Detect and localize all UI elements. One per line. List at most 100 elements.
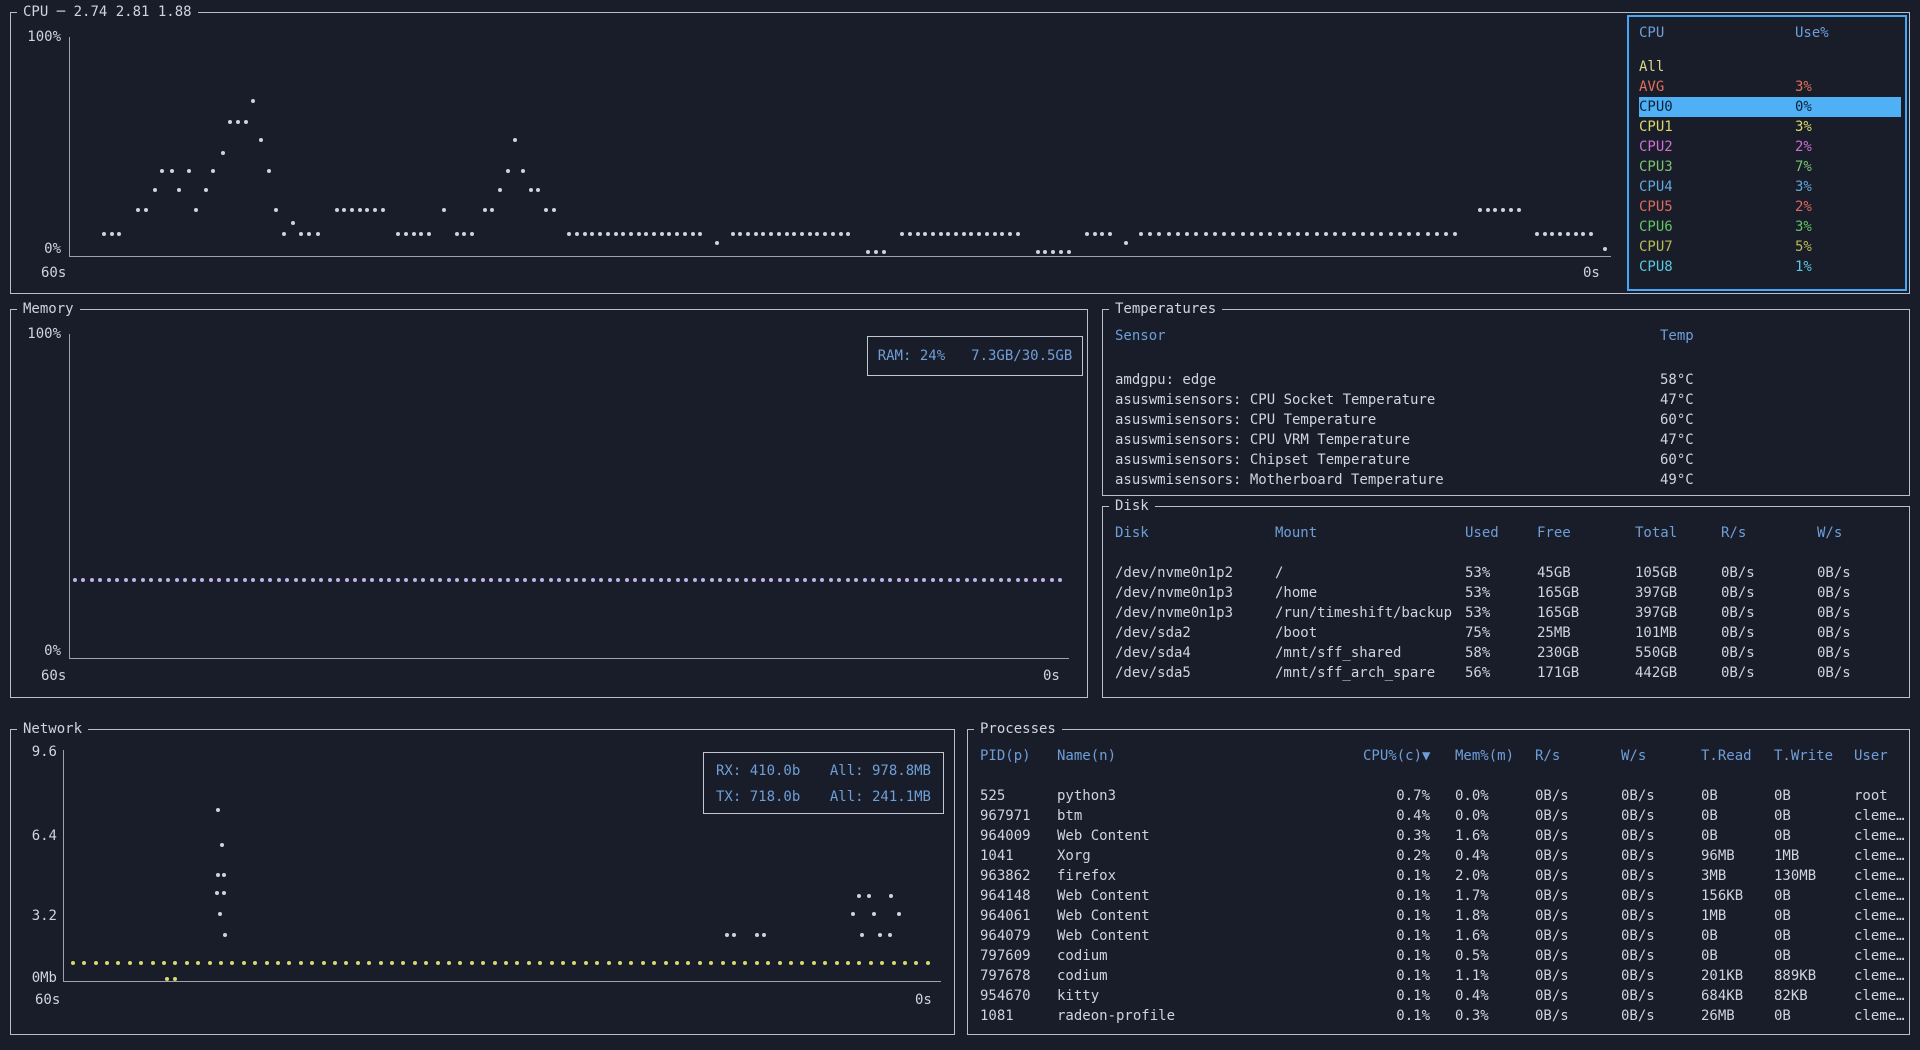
chart-dot [701, 578, 705, 582]
cpu-label: All [1639, 57, 1795, 77]
cpu-legend-row-cpu1[interactable]: CPU13% [1639, 117, 1905, 137]
memory-y-axis-max: 100% [19, 326, 61, 342]
process-row-cell: 0B [1774, 926, 1854, 946]
chart-dot [1016, 232, 1020, 236]
column-header-name-n[interactable]: Name(n) [1057, 746, 1363, 766]
chart-dot [1426, 232, 1430, 236]
chart-dot [515, 961, 519, 965]
rx-rate: RX: 410.0b [716, 758, 800, 784]
chart-dot [642, 578, 646, 582]
process-row[interactable]: 964148Web Content0.1%1.7%0B/s0B/s156KB0B… [980, 886, 1897, 906]
cpu-legend-row-cpu6[interactable]: CPU63% [1639, 217, 1905, 237]
temperature-row: asuswmisensors: CPU VRM Temperature47°C [1115, 430, 1897, 450]
column-header-disk: Disk [1115, 523, 1275, 543]
disk-row-cell: /dev/nvme0n1p2 [1115, 563, 1275, 583]
process-row[interactable]: 954670kitty0.1%0.4%0B/s0B/s684KB82KBclem… [980, 986, 1897, 1006]
process-row[interactable]: 964079Web Content0.1%1.6%0B/s0B/s0B0Bcle… [980, 926, 1897, 946]
chart-dot [387, 578, 391, 582]
chart-dot [872, 912, 876, 916]
cpu-legend-row-cpu8[interactable]: CPU81% [1639, 257, 1905, 277]
cpu-legend-row-cpu2[interactable]: CPU22% [1639, 137, 1905, 157]
chart-dot [107, 578, 111, 582]
chart-dot [871, 578, 875, 582]
cpu-legend-row-cpu3[interactable]: CPU37% [1639, 157, 1905, 177]
chart-dot [282, 232, 286, 236]
column-header-user[interactable]: User [1854, 746, 1909, 766]
chart-dot [1185, 232, 1189, 236]
process-row-cell: 0B/s [1535, 906, 1621, 926]
process-row-cell: 0B/s [1621, 986, 1701, 1006]
chart-dot [633, 578, 637, 582]
chart-dot [1008, 232, 1012, 236]
disk-row-cell: 0B/s [1817, 603, 1903, 623]
process-row[interactable]: 797678codium0.1%1.1%0B/s0B/s201KB889KBcl… [980, 966, 1897, 986]
cpu-x-axis-right: 0s [1583, 265, 1600, 281]
chart-dot [110, 232, 114, 236]
cpu-legend-col-cpu[interactable]: CPU [1639, 23, 1795, 43]
process-row-cell: 0B/s [1535, 846, 1621, 866]
process-row[interactable]: 797609codium0.1%0.5%0B/s0B/s0B0Bcleme… [980, 946, 1897, 966]
chart-dot [413, 578, 417, 582]
chart-dot [379, 961, 383, 965]
cpu-title-text: CPU [23, 4, 48, 20]
chart-dot [276, 961, 280, 965]
chart-dot [650, 578, 654, 582]
column-header-w-s[interactable]: W/s [1621, 746, 1701, 766]
cpu-legend-widget[interactable]: CPUUse% AllAVG3%CPU00%CPU13%CPU22%CPU37%… [1627, 15, 1907, 291]
chart-dot [923, 232, 927, 236]
process-row[interactable]: 967971btm0.4%0.0%0B/s0B/s0B0Bcleme… [980, 806, 1897, 826]
chart-dot [1501, 208, 1505, 212]
cpu-legend-row-all[interactable]: All [1639, 57, 1905, 77]
disk-row-cell: 165GB [1537, 583, 1635, 603]
chart-dot [606, 232, 610, 236]
chart-dot [73, 578, 77, 582]
process-row[interactable]: 1041Xorg0.2%0.4%0B/s0B/s96MB1MBcleme… [980, 846, 1897, 866]
column-header-t-write[interactable]: T.Write [1774, 746, 1854, 766]
chart-dot [166, 578, 170, 582]
disk-row: /dev/sda4/mnt/sff_shared58%230GB550GB0B/… [1115, 643, 1897, 663]
chart-dot [854, 578, 858, 582]
process-row[interactable]: 963862firefox0.1%2.0%0B/s0B/s3MB130MBcle… [980, 866, 1897, 886]
chart-dot [221, 151, 225, 155]
chart-dot [1574, 232, 1578, 236]
chart-dot [149, 578, 153, 582]
column-header-t-read[interactable]: T.Read [1701, 746, 1774, 766]
process-row-cell: Web Content [1057, 906, 1363, 926]
chart-dot [1213, 232, 1217, 236]
chart-dot [274, 208, 278, 212]
chart-dot [521, 169, 525, 173]
chart-dot [698, 961, 702, 965]
chart-dot [1204, 232, 1208, 236]
disk-row-cell: /dev/nvme0n1p3 [1115, 603, 1275, 623]
process-row-cell: 201KB [1701, 966, 1774, 986]
cpu-legend-row-cpu0[interactable]: CPU00% [1639, 97, 1901, 117]
column-header-pid-p[interactable]: PID(p) [980, 746, 1057, 766]
process-row[interactable]: 1081radeon-profile0.1%0.3%0B/s0B/s26MB0B… [980, 1006, 1897, 1026]
cpu-legend-row-avg[interactable]: AVG3% [1639, 77, 1905, 97]
column-header-cpu-c[interactable]: CPU%(c)▼ [1363, 746, 1455, 766]
chart-dot [335, 208, 339, 212]
cpu-legend-row-cpu4[interactable]: CPU43% [1639, 177, 1905, 197]
process-row-cell: 0B/s [1621, 906, 1701, 926]
cpu-legend-row-cpu5[interactable]: CPU52% [1639, 197, 1905, 217]
rx-total: All: 978.8MB [830, 758, 931, 784]
column-header-mem-m[interactable]: Mem%(m) [1455, 746, 1535, 766]
chart-dot [139, 961, 143, 965]
process-row[interactable]: 964009Web Content0.3%1.6%0B/s0B/s0B0Bcle… [980, 826, 1897, 846]
disk-row-cell: 397GB [1635, 603, 1721, 623]
column-header-r-s[interactable]: R/s [1535, 746, 1621, 766]
chart-dot [217, 578, 221, 582]
chart-dot [1058, 578, 1062, 582]
chart-dot [222, 873, 226, 877]
chart-dot [789, 961, 793, 965]
cpu-legend-col-use[interactable]: Use% [1795, 23, 1885, 43]
process-row[interactable]: 525python30.7%0.0%0B/s0B/s0B0Broot [980, 786, 1897, 806]
chart-dot [216, 808, 220, 812]
chart-dot [226, 578, 230, 582]
chart-dot [882, 250, 886, 254]
chart-dot [436, 961, 440, 965]
cpu-legend-row-cpu7[interactable]: CPU75% [1639, 237, 1905, 257]
disk-row-cell: 0B/s [1817, 563, 1903, 583]
process-row[interactable]: 964061Web Content0.1%1.8%0B/s0B/s1MB0Bcl… [980, 906, 1897, 926]
chart-dot [710, 578, 714, 582]
